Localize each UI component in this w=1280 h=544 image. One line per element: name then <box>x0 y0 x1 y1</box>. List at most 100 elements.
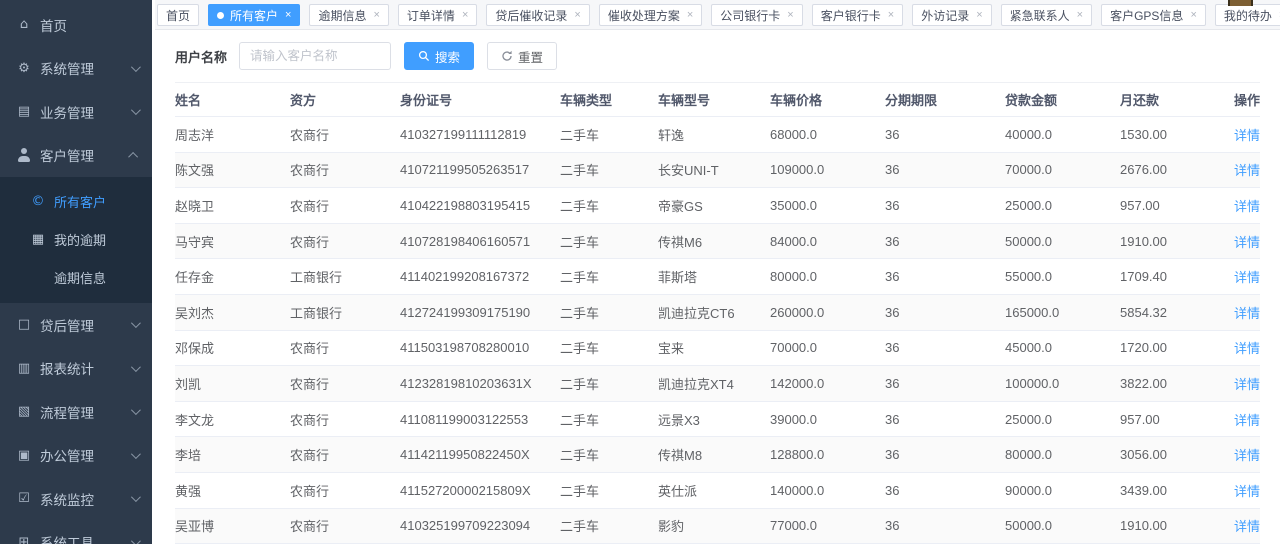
tab[interactable]: 所有客户 × <box>208 4 300 26</box>
tab-close-icon[interactable]: × <box>574 10 580 21</box>
table-cell: 411503198708280010 <box>400 330 560 366</box>
tab-close-icon[interactable]: × <box>1190 10 1196 21</box>
chevron-down-icon <box>131 362 141 372</box>
tab-close-icon[interactable]: × <box>687 10 693 21</box>
detail-link[interactable]: 详情 <box>1234 270 1260 285</box>
sidebar-item[interactable]: ▤业务管理 <box>0 90 152 134</box>
column-header: 姓名 <box>175 83 290 117</box>
table-cell: 工商银行 <box>290 259 400 295</box>
table-cell: 957.00 <box>1120 188 1195 224</box>
tab[interactable]: 首页 <box>157 4 199 26</box>
sidebar-item[interactable]: 客户管理 <box>0 134 152 178</box>
sidebar-subitem[interactable]: ▦我的逾期 <box>0 220 152 258</box>
tab-label: 所有客户 <box>230 7 278 24</box>
table-cell: 35000.0 <box>770 188 885 224</box>
sidebar-subitem[interactable]: 逾期信息 <box>0 258 152 296</box>
business-icon: ▤ <box>16 105 32 118</box>
detail-link[interactable]: 详情 <box>1234 128 1260 143</box>
table-cell: 农商行 <box>290 117 400 153</box>
table-cell-actions: 详情 <box>1195 472 1260 508</box>
table-cell: 二手车 <box>560 437 658 473</box>
tab[interactable]: 逾期信息× <box>309 4 388 26</box>
tab-label: 客户银行卡 <box>821 7 881 24</box>
sidebar-item[interactable]: ▧流程管理 <box>0 390 152 434</box>
tab[interactable]: 公司银行卡× <box>711 4 802 26</box>
sidebar-item[interactable]: ⊞系统工具 <box>0 521 152 544</box>
table-cell: 传祺M8 <box>658 437 770 473</box>
sidebar-item[interactable]: ▣办公管理 <box>0 434 152 478</box>
tab-close-icon[interactable]: × <box>976 10 982 21</box>
tab[interactable]: 外访记录× <box>912 4 991 26</box>
detail-link[interactable]: 详情 <box>1234 199 1260 214</box>
table-cell: 100000.0 <box>1005 366 1120 402</box>
tab[interactable]: 我的待办× <box>1215 4 1280 26</box>
detail-link[interactable]: 详情 <box>1234 484 1260 499</box>
sidebar-item[interactable]: ▥报表统计 <box>0 347 152 391</box>
sidebar-menu: ⌂首页⚙系统管理▤业务管理客户管理©所有客户▦我的逾期逾期信息□贷后管理▥报表统… <box>0 0 152 544</box>
tab[interactable]: 催收处理方案× <box>599 4 702 26</box>
detail-link[interactable]: 详情 <box>1234 163 1260 178</box>
table-row: 刘凯农商行41232819810203631X二手车凯迪拉克XT4142000.… <box>175 366 1260 402</box>
table-cell: 农商行 <box>290 401 400 437</box>
table-cell: 70000.0 <box>1005 152 1120 188</box>
tab-close-icon[interactable]: × <box>787 10 793 21</box>
sidebar-item-label: 系统管理 <box>40 58 94 78</box>
column-header: 车辆类型 <box>560 83 658 117</box>
tab-close-icon[interactable]: × <box>462 10 468 21</box>
tab-close-icon[interactable]: × <box>1077 10 1083 21</box>
tab[interactable]: 订单详情× <box>398 4 477 26</box>
detail-link[interactable]: 详情 <box>1234 448 1260 463</box>
table-cell: 二手车 <box>560 294 658 330</box>
detail-link[interactable]: 详情 <box>1234 306 1260 321</box>
sidebar-item[interactable]: ⌂首页 <box>0 3 152 47</box>
sidebar: ⌂首页⚙系统管理▤业务管理客户管理©所有客户▦我的逾期逾期信息□贷后管理▥报表统… <box>0 0 155 544</box>
table-cell: 77000.0 <box>770 508 885 544</box>
search-icon <box>418 50 430 62</box>
table-cell: 吴刘杰 <box>175 294 290 330</box>
search-form: 用户名称 搜索 重置 <box>175 42 1260 70</box>
tab[interactable]: 贷后催收记录× <box>486 4 589 26</box>
tab-close-icon[interactable]: × <box>373 10 379 21</box>
table-row: 吴刘杰工商银行412724199309175190二手车凯迪拉克CT626000… <box>175 294 1260 330</box>
table-cell: 70000.0 <box>770 330 885 366</box>
tab-bar: 首页所有客户×逾期信息×订单详情×贷后催收记录×催收处理方案×公司银行卡×客户银… <box>155 0 1280 30</box>
detail-link[interactable]: 详情 <box>1234 413 1260 428</box>
tab-label: 我的待办 <box>1224 7 1272 24</box>
sidebar-item-label: 报表统计 <box>40 358 94 378</box>
table-cell: 36 <box>885 188 1005 224</box>
tab[interactable]: 紧急联系人× <box>1001 4 1092 26</box>
tab[interactable]: 客户GPS信息× <box>1101 4 1206 26</box>
table-cell: 410325199709223094 <box>400 508 560 544</box>
table-cell: 3056.00 <box>1120 437 1195 473</box>
sidebar-submenu: ©所有客户▦我的逾期逾期信息 <box>0 177 152 303</box>
table-cell: 3822.00 <box>1120 366 1195 402</box>
customer-name-input[interactable] <box>239 42 391 70</box>
tab[interactable]: 客户银行卡 × <box>812 4 903 26</box>
tab-close-icon[interactable]: × <box>285 10 291 21</box>
table-cell: 凯迪拉克XT4 <box>658 366 770 402</box>
detail-link[interactable]: 详情 <box>1234 519 1260 534</box>
detail-link[interactable]: 详情 <box>1234 341 1260 356</box>
table-cell-actions: 详情 <box>1195 401 1260 437</box>
table-cell: 128800.0 <box>770 437 885 473</box>
reset-button[interactable]: 重置 <box>487 42 557 70</box>
table-cell: 二手车 <box>560 259 658 295</box>
detail-link[interactable]: 详情 <box>1234 235 1260 250</box>
search-button[interactable]: 搜索 <box>404 42 474 70</box>
table-cell: 二手车 <box>560 188 658 224</box>
table-cell: 36 <box>885 437 1005 473</box>
table-cell: 1910.00 <box>1120 508 1195 544</box>
sidebar-item[interactable]: □贷后管理 <box>0 303 152 347</box>
detail-link[interactable]: 详情 <box>1234 377 1260 392</box>
active-tab-dot-icon <box>217 12 224 19</box>
sidebar-subitem-label: 所有客户 <box>54 192 106 211</box>
search-label: 用户名称 <box>175 47 227 66</box>
table-body: 周志洋农商行410327199111112819二手车轩逸68000.03640… <box>175 117 1260 544</box>
sidebar-item[interactable]: ☑系统监控 <box>0 477 152 521</box>
sidebar-item[interactable]: ⚙系统管理 <box>0 47 152 91</box>
tab-close-icon[interactable]: × <box>888 10 894 21</box>
table-cell: 工商银行 <box>290 294 400 330</box>
sidebar-subitem[interactable]: ©所有客户 <box>0 182 152 220</box>
table-cell-actions: 详情 <box>1195 259 1260 295</box>
table-cell-actions: 详情 <box>1195 330 1260 366</box>
